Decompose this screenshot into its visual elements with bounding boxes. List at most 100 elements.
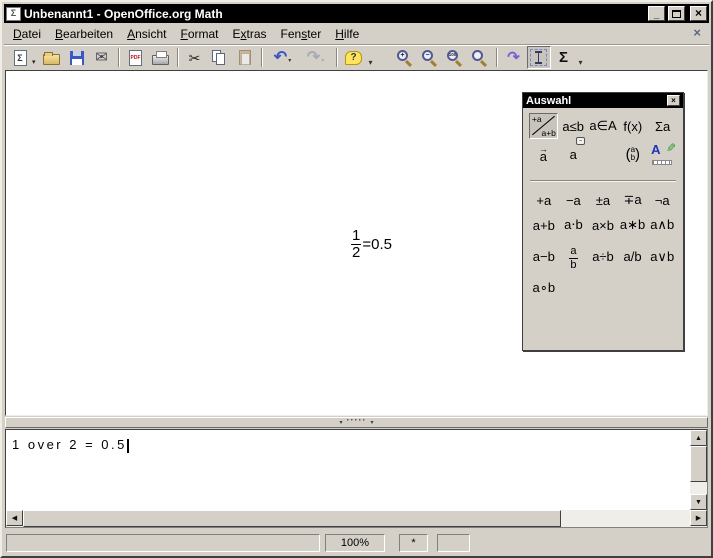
status-bar: 100% * [4,532,709,554]
symbols-button[interactable]: Σ [552,46,576,69]
paste-clipboard-icon [239,50,251,65]
category-unary-binary-operators[interactable]: +a a+b [529,113,558,139]
symbol-minusplus-a[interactable]: ∓a [618,192,648,208]
formula-rhs: =0.5 [362,236,392,253]
zoom-out-button[interactable]: − [418,46,442,69]
command-input[interactable]: 1 over 2 = 0.5 [6,430,690,510]
email-icon: ✉ [95,50,108,65]
save-button[interactable] [65,46,89,69]
rendered-formula: 1 2 =0.5 [351,228,392,261]
menu-extras[interactable]: Extras [226,25,274,43]
splitter[interactable]: ▾ ····· ▾ [5,417,708,428]
symbol-a-ast-b[interactable]: a∗b [618,217,648,233]
vertical-scroll-thumb[interactable] [690,446,707,482]
close-button[interactable]: × [690,6,707,21]
symbol-minus-a[interactable]: −a [559,193,589,208]
help-button[interactable]: ? [342,46,366,69]
zoom-in-button[interactable]: + [393,46,417,69]
menu-ansicht[interactable]: Ansicht [120,25,173,43]
menu-fenster[interactable]: Fenster [274,25,329,43]
scroll-down-button[interactable]: ▼ [690,494,707,510]
zoom-button[interactable] [468,46,492,69]
vertical-scrollbar[interactable]: ▲ ▼ [690,430,707,510]
horizontal-scroll-thumb[interactable] [23,510,561,527]
palette-symbol-grid: +a −a ±a ∓a ¬a a+b a⋅b a×b a∗b a∧b a−b a… [529,192,677,296]
symbol-plusminus-a[interactable]: ±a [588,193,618,208]
toolbar-separator [118,48,120,67]
status-extra-panel [437,534,470,552]
cut-button[interactable]: ✂ [183,46,207,69]
symbol-a-and-b[interactable]: a∧b [647,217,677,233]
symbol-a-circ-b[interactable]: a∘b [529,280,559,296]
fraction-icon: ab [569,246,578,271]
toolbar-options-arrow[interactable]: ▾ [579,58,583,67]
title-bar[interactable]: Σ Unbenannt1 - OpenOffice.org Math _ × [4,4,709,23]
category-functions[interactable]: f(x) [618,113,647,139]
maximize-icon [672,10,681,18]
open-button[interactable] [40,46,64,69]
redo-dropdown-arrow[interactable]: ▾ [321,57,324,64]
symbol-a-times-b[interactable]: a×b [588,218,618,233]
palette-category-row-1: +a a+b a≤b a∈A f(x) Σa [529,113,677,139]
symbol-not-a[interactable]: ¬a [647,193,677,208]
export-pdf-button[interactable]: PDF [124,46,148,69]
toolbar: Σ ▾ ✉ PDF ✂ ↶▾ ↷▾ ? ▾ + − 100 ↷ Σ ▾ [4,44,709,70]
toolbar-options-arrow[interactable]: ▾ [369,58,373,67]
fraction: 1 2 [351,228,361,261]
category-set-operations[interactable]: a∈A [589,113,618,139]
formula-cursor-button[interactable] [527,46,551,69]
new-dropdown-arrow[interactable]: ▾ [32,58,36,66]
print-button[interactable] [149,46,173,69]
zoom-100-icon: 100 [446,49,463,66]
symbol-a-plus-b[interactable]: a+b [529,218,559,233]
selection-palette: Auswahl × +a a+b a≤b a∈A f(x) Σa [522,92,684,351]
menu-bar: Datei Bearbeiten Ansicht Format Extras F… [4,23,709,44]
app-icon-sigma: Σ [11,9,16,18]
fraction-numerator: 1 [351,228,361,244]
zoom-100-button[interactable]: 100 [443,46,467,69]
copy-button[interactable] [208,46,232,69]
category-formats[interactable]: A ✎ [648,141,677,167]
formula-view[interactable]: 1 2 =0.5 Auswahl × +a a+b [5,70,708,416]
scroll-up-button[interactable]: ▲ [690,430,707,446]
horizontal-scrollbar[interactable]: ◀ ▶ [6,510,707,527]
symbol-plus-a[interactable]: +a [529,193,559,208]
scroll-left-button[interactable]: ◀ [6,510,23,526]
splitter-grip-icon[interactable]: ▾ ····· ▾ [339,420,373,426]
palette-close-button[interactable]: × [667,95,680,106]
maximize-button[interactable] [668,6,685,21]
category-operators[interactable]: Σa [648,113,677,139]
palette-category-row-2: → a a ··· ( ab [529,141,677,167]
send-email-button[interactable]: ✉ [90,46,114,69]
close-document-button[interactable]: × [693,26,701,39]
new-button[interactable]: Σ [8,46,32,69]
menu-bearbeiten[interactable]: Bearbeiten [48,25,120,43]
symbol-a-over-b[interactable]: ab [559,242,589,271]
undo-button[interactable]: ↶▾ [267,46,299,69]
category-brackets[interactable]: ( ab ) [618,141,647,167]
palette-title-bar[interactable]: Auswahl × [523,93,683,108]
category-relations[interactable]: a≤b [559,113,588,139]
category-attributes[interactable]: → a [529,141,558,167]
vector-a-icon: → a [539,147,548,161]
scroll-right-button[interactable]: ▶ [690,510,707,526]
update-button[interactable]: ↷ [502,46,526,69]
symbol-a-slash-b[interactable]: a/b [618,249,648,264]
paste-button[interactable] [233,46,257,69]
menu-hilfe[interactable]: Hilfe [328,25,366,43]
symbol-a-cdot-b[interactable]: a⋅b [559,217,589,233]
scissors-icon: ✂ [189,51,201,65]
menu-format[interactable]: Format [173,25,225,43]
help-icon: ? [345,51,362,65]
zoom-level-panel[interactable]: 100% [325,534,385,552]
menu-datei[interactable]: Datei [6,25,48,43]
redo-button[interactable]: ↷▾ [300,46,332,69]
symbol-a-minus-b[interactable]: a−b [529,249,559,264]
category-misc[interactable]: a ··· [559,141,588,167]
magnifier-icon [471,49,488,66]
symbol-a-div-b[interactable]: a÷b [588,249,618,264]
refresh-icon: ↷ [507,50,520,65]
undo-dropdown-arrow[interactable]: ▾ [288,57,291,64]
minimize-button[interactable]: _ [648,6,665,21]
symbol-a-or-b[interactable]: a∨b [647,249,677,265]
